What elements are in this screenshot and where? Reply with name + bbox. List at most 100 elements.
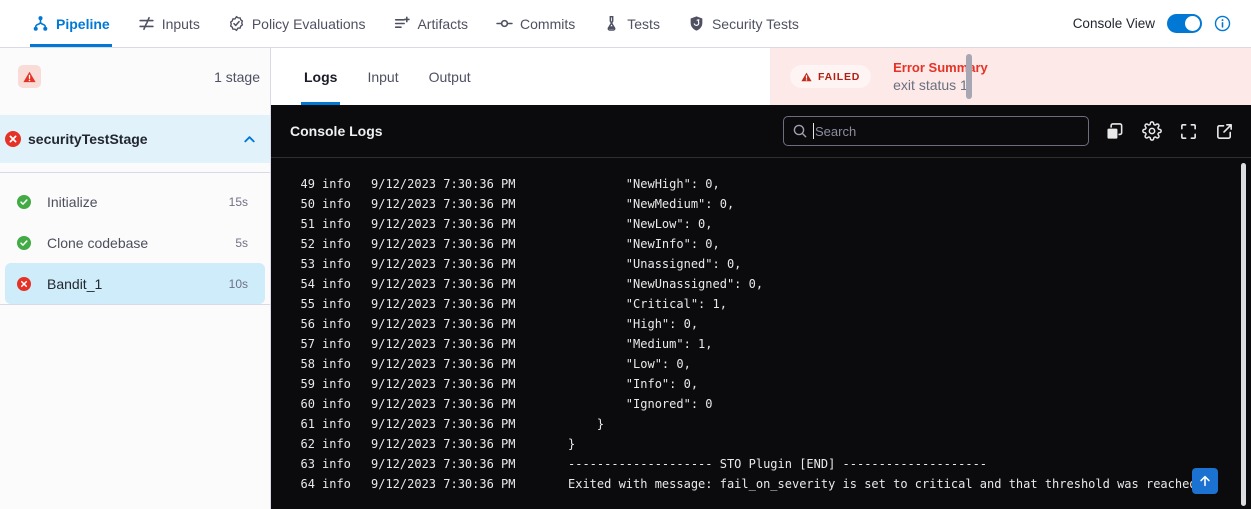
log-lines: 49info9/12/2023 7:30:36 PM "NewHigh": 0,… (271, 158, 1251, 494)
stage-row-securityTestStage[interactable]: securityTestStage (0, 115, 270, 163)
open-in-new-icon[interactable] (1215, 122, 1234, 141)
log-line-number: 53 (300, 254, 322, 274)
log-level: info (322, 414, 371, 434)
nav-tab-tests[interactable]: Tests (601, 0, 662, 47)
commits-icon (496, 15, 513, 32)
info-icon[interactable] (1214, 15, 1231, 32)
text-caret (813, 123, 814, 139)
error-panel-scrollbar[interactable] (966, 54, 972, 99)
log-line: 63info9/12/2023 7:30:36 PM--------------… (300, 454, 1251, 474)
log-timestamp: 9/12/2023 7:30:36 PM (371, 274, 568, 294)
log-line: 49info9/12/2023 7:30:36 PM "NewHigh": 0, (300, 174, 1251, 194)
nav-tab-label: Policy Evaluations (252, 16, 366, 32)
log-message: "Critical": 1, (568, 294, 1251, 314)
nav-tab-label: Tests (627, 16, 660, 32)
tab-label: Output (429, 69, 471, 85)
search-input[interactable] (783, 116, 1089, 146)
log-line: 58info9/12/2023 7:30:36 PM "Low": 0, (300, 354, 1251, 374)
log-message: "Info": 0, (568, 374, 1251, 394)
nav-tabs: Pipeline Inputs Policy Evaluations Artifact… (30, 0, 801, 47)
console-header-actions (1104, 121, 1234, 142)
stage-sidebar: securityTestStage Initialize15sClone cod… (0, 105, 271, 509)
log-level: info (322, 454, 371, 474)
scroll-to-top-button[interactable] (1192, 468, 1218, 494)
log-level: info (322, 374, 371, 394)
tab-logs[interactable]: Logs (301, 48, 340, 105)
log-message: "Ignored": 0 (568, 394, 1251, 414)
error-summary-text: Error Summary exit status 1 (893, 59, 988, 95)
log-line: 64info9/12/2023 7:30:36 PMExited with me… (300, 474, 1251, 494)
search-icon (792, 123, 808, 144)
divider (0, 304, 270, 305)
log-line-number: 57 (300, 334, 322, 354)
warning-triangle-icon (801, 72, 812, 82)
log-line: 55info9/12/2023 7:30:36 PM "Critical": 1… (300, 294, 1251, 314)
tests-icon (603, 15, 620, 32)
log-message: Exited with message: fail_on_severity is… (568, 474, 1251, 494)
log-timestamp: 9/12/2023 7:30:36 PM (371, 354, 568, 374)
log-message: } (568, 434, 1251, 454)
log-timestamp: 9/12/2023 7:30:36 PM (371, 474, 568, 494)
log-timestamp: 9/12/2023 7:30:36 PM (371, 254, 568, 274)
success-check-icon (17, 236, 31, 250)
fullscreen-icon[interactable] (1179, 122, 1198, 141)
error-summary-message: exit status 1 (893, 76, 988, 95)
step-bandit-1[interactable]: Bandit_110s (5, 263, 265, 304)
nav-tab-label: Commits (520, 16, 575, 32)
toggle-knob (1185, 16, 1200, 31)
log-level: info (322, 174, 371, 194)
chevron-up-icon[interactable] (242, 132, 257, 147)
console-header: Console Logs (271, 105, 1251, 158)
log-level: info (322, 194, 371, 214)
log-line: 52info9/12/2023 7:30:36 PM "NewInfo": 0, (300, 234, 1251, 254)
copy-icon[interactable] (1104, 121, 1125, 142)
log-timestamp: 9/12/2023 7:30:36 PM (371, 394, 568, 414)
tab-input[interactable]: Input (364, 48, 401, 105)
log-line-number: 59 (300, 374, 322, 394)
stage-count-label: 1 stage (214, 69, 260, 85)
log-line-number: 49 (300, 174, 322, 194)
log-level: info (322, 254, 371, 274)
log-line: 60info9/12/2023 7:30:36 PM "Ignored": 0 (300, 394, 1251, 414)
nav-tab-pipeline[interactable]: Pipeline (30, 0, 112, 47)
log-line-number: 51 (300, 214, 322, 234)
tab-output[interactable]: Output (426, 48, 474, 105)
failed-x-icon (17, 277, 31, 291)
log-timestamp: 9/12/2023 7:30:36 PM (371, 194, 568, 214)
log-line: 56info9/12/2023 7:30:36 PM "High": 0, (300, 314, 1251, 334)
log-level: info (322, 274, 371, 294)
nav-tab-artifacts[interactable]: Artifacts (391, 0, 470, 47)
log-level: info (322, 234, 371, 254)
console-scrollbar[interactable] (1241, 163, 1246, 506)
log-tab-bar: Logs Input Output (271, 48, 770, 105)
nav-tab-label: Inputs (162, 16, 200, 32)
log-message: "NewUnassigned": 0, (568, 274, 1251, 294)
log-line-number: 58 (300, 354, 322, 374)
log-line-number: 52 (300, 234, 322, 254)
console-view-label: Console View (1073, 16, 1155, 31)
nav-tab-commits[interactable]: Commits (494, 0, 577, 47)
step-clone-codebase[interactable]: Clone codebase5s (0, 222, 270, 263)
nav-tab-policy-evaluations[interactable]: Policy Evaluations (226, 0, 368, 47)
log-level: info (322, 294, 371, 314)
log-message: "High": 0, (568, 314, 1251, 334)
log-line-number: 54 (300, 274, 322, 294)
nav-tab-inputs[interactable]: Inputs (136, 0, 202, 47)
console-view-toggle[interactable] (1167, 14, 1202, 33)
log-level: info (322, 214, 371, 234)
step-initialize[interactable]: Initialize15s (0, 181, 270, 222)
step-name: Bandit_1 (47, 276, 102, 292)
log-line-number: 55 (300, 294, 322, 314)
log-timestamp: 9/12/2023 7:30:36 PM (371, 414, 568, 434)
step-name: Clone codebase (47, 235, 148, 251)
log-line: 57info9/12/2023 7:30:36 PM "Medium": 1, (300, 334, 1251, 354)
log-message: "Medium": 1, (568, 334, 1251, 354)
nav-tab-security-tests[interactable]: Security Tests (686, 0, 801, 47)
error-summary-panel: FAILED Error Summary exit status 1 (770, 48, 1251, 105)
settings-icon[interactable] (1142, 121, 1162, 141)
log-timestamp: 9/12/2023 7:30:36 PM (371, 374, 568, 394)
log-line: 50info9/12/2023 7:30:36 PM "NewMedium": … (300, 194, 1251, 214)
tab-label: Input (367, 69, 398, 85)
log-level: info (322, 434, 371, 454)
inputs-icon (138, 15, 155, 32)
